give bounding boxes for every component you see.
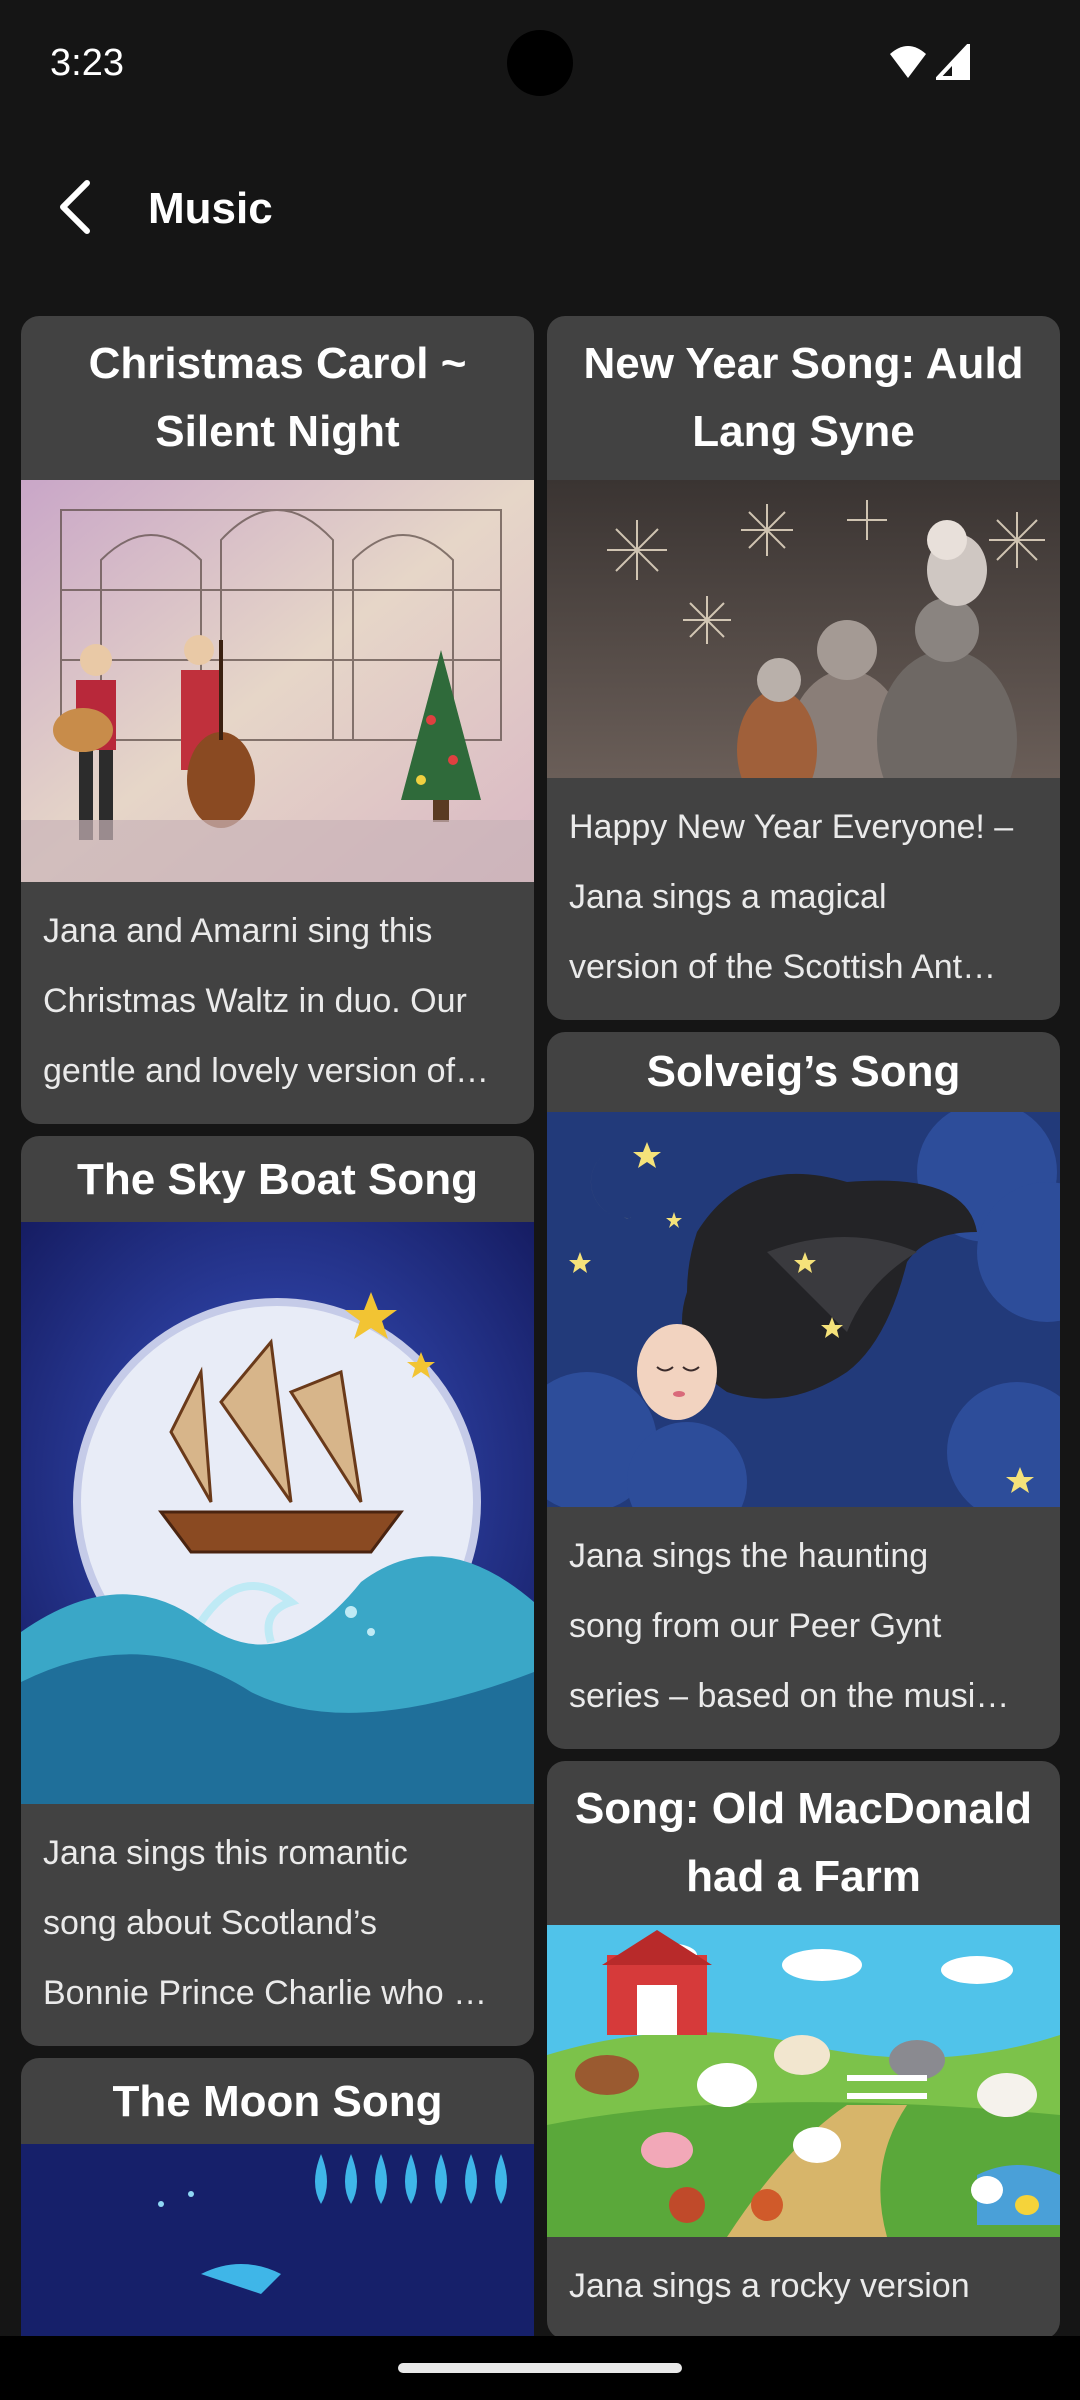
description-line: Jana and Amarni sing this <box>43 912 433 950</box>
card-description: Happy New Year Everyone! – Jana sings a … <box>547 778 1060 1020</box>
card-description: Jana sings a rocky version <box>547 2237 1060 2336</box>
card-title: Solveig’s Song <box>646 1047 961 1096</box>
description-line: gentle and lovely version of… <box>43 1052 490 1090</box>
card-description: Jana sings this romantic song about Scot… <box>21 1804 534 2046</box>
status-icons <box>888 44 970 80</box>
description-line: Bonnie Prince Charlie who … <box>43 1974 488 2012</box>
grid-column-right: New Year Song: Auld Lang Syne Happy New … <box>547 316 1060 2336</box>
description-line: Happy New Year Everyone! – <box>569 808 1014 846</box>
music-card-moon[interactable]: The Moon Song <box>21 2058 534 2336</box>
camera-cutout <box>507 30 573 96</box>
back-arrow-icon <box>60 180 90 234</box>
status-time: 3:23 <box>50 42 124 84</box>
description-line: Christmas Waltz in duo. Our <box>43 982 467 1020</box>
grid-column-left: Christmas Carol ~ Silent Night Jana and … <box>21 316 534 2336</box>
card-title: Christmas Carol ~ Silent Night <box>88 339 467 456</box>
card-description: Jana and Amarni sing this Christmas Walt… <box>21 882 534 1124</box>
description-line: Jana sings a rocky version <box>569 2267 970 2305</box>
music-card-solveig[interactable]: Solveig’s Song Jana sings the haunting s… <box>547 1032 1060 1749</box>
card-image-sky-boat <box>21 1222 534 1804</box>
description-line: series – based on the musi… <box>569 1677 1010 1715</box>
card-image-macdonald <box>547 1925 1060 2237</box>
card-image-new-year <box>547 480 1060 778</box>
back-button[interactable] <box>40 172 110 242</box>
home-indicator[interactable] <box>398 2363 682 2373</box>
card-title: New Year Song: Auld Lang Syne <box>583 339 1024 456</box>
status-bar: 3:23 <box>0 0 1080 130</box>
music-card-macdonald[interactable]: Song: Old MacDonald had a Farm Jana sing… <box>547 1761 1060 2336</box>
card-image-christmas <box>21 480 534 882</box>
description-line: Jana sings this romantic <box>43 1834 408 1872</box>
description-line: Jana sings a magical <box>569 878 887 916</box>
wifi-icon <box>890 46 926 78</box>
description-line: Jana sings the haunting <box>569 1537 929 1575</box>
card-image-moon <box>21 2144 534 2336</box>
music-grid: Christmas Carol ~ Silent Night Jana and … <box>0 316 1080 2336</box>
card-title: The Sky Boat Song <box>77 1155 478 1204</box>
card-title: Song: Old MacDonald had a Farm <box>574 1784 1033 1901</box>
signal-icon <box>936 44 970 80</box>
page-title: Music <box>148 184 273 233</box>
music-card-sky-boat[interactable]: The Sky Boat Song Jana sings this romant… <box>21 1136 534 2046</box>
music-card-christmas[interactable]: Christmas Carol ~ Silent Night Jana and … <box>21 316 534 1124</box>
description-line: version of the Scottish Ant… <box>569 948 997 986</box>
music-card-new-year[interactable]: New Year Song: Auld Lang Syne Happy New … <box>547 316 1060 1020</box>
app-bar: Music <box>0 150 1080 270</box>
description-line: song from our Peer Gynt <box>569 1607 942 1645</box>
card-title: The Moon Song <box>112 2077 443 2126</box>
description-line: song about Scotland’s <box>43 1904 377 1942</box>
card-image-solveig <box>547 1112 1060 1507</box>
card-description: Jana sings the haunting song from our Pe… <box>547 1507 1060 1749</box>
